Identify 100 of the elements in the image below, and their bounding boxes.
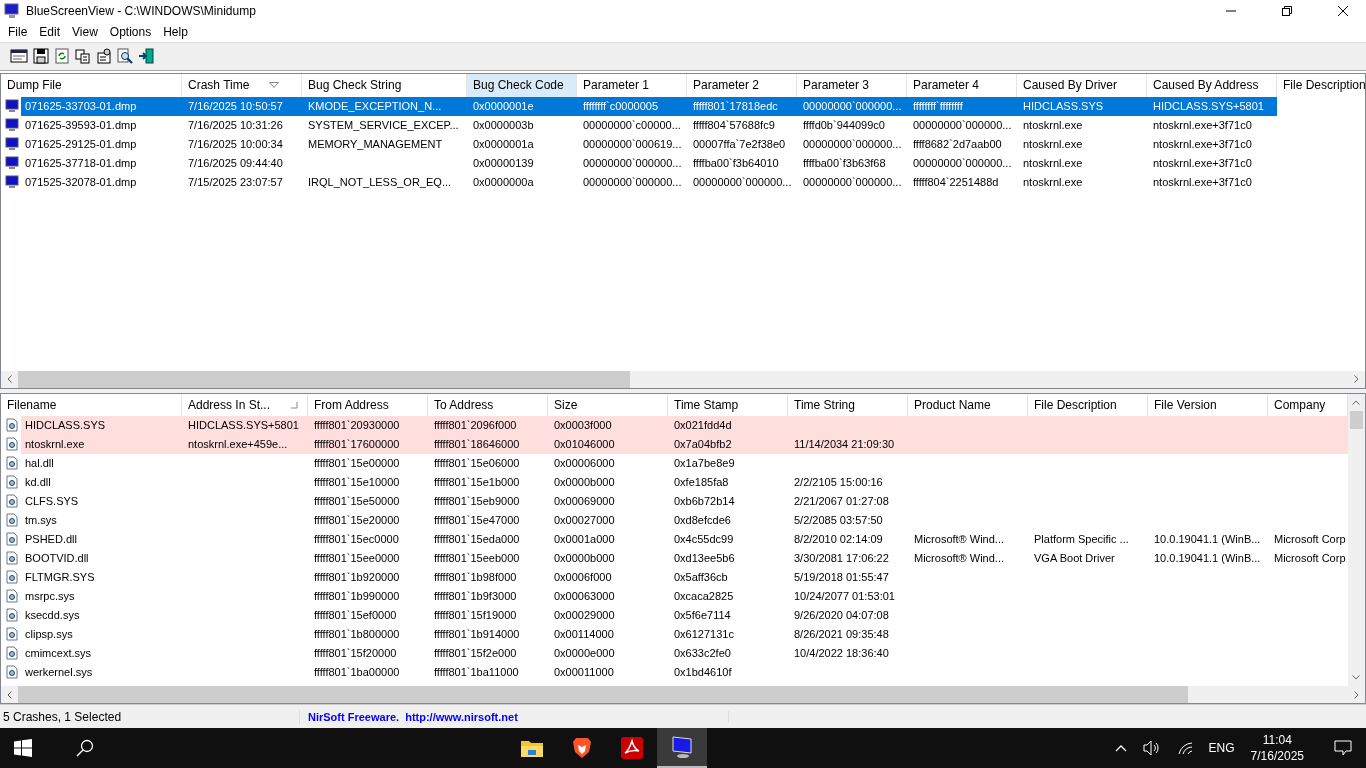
table-row[interactable]: 071525-32078-01.dmp 7/15/2025 23:07:57 IRQL_NOT_LESS_OR_EQ... 0x0000000a 00000000`000000... 00000000`000000... 00000000`000000... fffff804`2251488d ntoskrnl.exe ntoskrnl.exe+3f71c0	[21, 172, 1277, 192]
table-row[interactable]: 071625-37718-01.dmp 7/16/2025 09:44:40 0x00000139 00000000`000000... ffffba00`f3b64010 ffffba00`f3b63f68 00000000`000000... ntoskrnl.exe ntoskrnl.exe+3f71c0	[21, 153, 1277, 173]
file-gear-icon	[5, 627, 19, 642]
column-header[interactable]: Parameter 4	[907, 73, 1017, 97]
scrollbar-thumb[interactable]	[1350, 410, 1363, 429]
table-cell-text: 10.0.19041.1 (WinB...	[1153, 552, 1262, 565]
column-header[interactable]: Parameter 1	[577, 73, 687, 97]
window-icon[interactable]	[10, 48, 28, 65]
clock[interactable]: 11:04 7/16/2025	[1250, 732, 1304, 764]
copy-icon[interactable]	[75, 48, 91, 65]
table-row[interactable]: 071625-39593-01.dmp 7/16/2025 10:31:26 SYSTEM_SERVICE_EXCEP... 0x0000003b 00000000`c00000... fffff804`57688fc9 ffffd0b`944099c0 00000000`000000... ntoskrnl.exe ntoskrnl.exe+3f71c0	[21, 115, 1277, 135]
folder-icon	[520, 738, 545, 758]
column-header[interactable]: Dump File	[1, 73, 182, 97]
table-cell-text: 9/26/2020 04:07:08	[793, 609, 890, 622]
table-cell-text: ntoskrnl.exe	[1022, 157, 1084, 170]
column-header[interactable]: File Version	[1148, 393, 1268, 416]
pdf-icon	[621, 737, 644, 759]
maximize-icon[interactable]	[1282, 5, 1292, 16]
monitor-icon	[5, 175, 19, 190]
menu-item[interactable]: File	[2, 24, 34, 39]
scrollbar-thumb[interactable]	[18, 370, 630, 388]
table-row[interactable]: kd.dll fffff801`15e10000 fffff801`15e1b000 0x0000b000 0xfe185fa8 2/2/2105 15:00:16	[21, 472, 1348, 492]
table-row[interactable]: 071625-29125-01.dmp 7/16/2025 10:00:34 MEMORY_MANAGEMENT 0x0000001a 00000000`000619... 00007ffa`7e2f38e0 00000000`000000... ffff8682`2d7aab00 ntoskrnl.exe ntoskrnl.exe+3f71c0	[21, 134, 1277, 154]
lion-shield-icon	[572, 737, 593, 759]
menu-item[interactable]: Options	[103, 24, 158, 39]
table-row[interactable]: FLTMGR.SYS fffff801`1b920000 fffff801`1b98f000 0x0006f000 0x5aff36cb 5/19/2018 01:55:47	[21, 567, 1348, 587]
scroll-right-icon[interactable]	[1354, 375, 1359, 384]
file-gear-icon	[5, 646, 19, 661]
column-header[interactable]: Caused By Address	[1147, 73, 1277, 97]
search-icon[interactable]	[117, 48, 133, 65]
table-cell-text: 00000000`000000...	[802, 100, 903, 113]
column-header[interactable]: Product Name	[908, 393, 1028, 416]
table-cell-text: ffffffff`ffffffff	[912, 100, 964, 113]
column-header[interactable]: To Address	[428, 393, 548, 416]
menu-item[interactable]: Edit	[33, 24, 67, 39]
column-header[interactable]: File Description	[1277, 73, 1365, 97]
table-row[interactable]: PSHED.dll fffff801`15ec0000 fffff801`15eda000 0x0001a000 0x4c55dc99 8/2/2010 02:14:09 Microsoft® Wind... Platform Specific ... 10.0.19041.1 (WinB... Microsoft Corp	[21, 529, 1348, 549]
table-row[interactable]: tm.sys fffff801`15e20000 fffff801`15e47000 0x00027000 0xd8efcde6 5/2/2085 03:57:50	[21, 510, 1348, 530]
table-cell-text: 0xd8efcde6	[673, 514, 732, 527]
file-gear-icon	[5, 665, 19, 680]
table-cell-text: 071625-39593-01.dmp	[24, 119, 138, 132]
table-cell-text: PSHED.dll	[24, 533, 78, 546]
refresh-icon[interactable]	[54, 48, 70, 65]
properties-icon[interactable]	[96, 48, 112, 65]
table-row[interactable]: hal.dll fffff801`15e00000 fffff801`15e06000 0x00006000 0x1a7be8e9	[21, 453, 1348, 473]
speaker-icon[interactable]	[1142, 740, 1161, 756]
table-cell-text: fffff801`15e20000	[313, 514, 401, 527]
table-row[interactable]: 071625-33703-01.dmp 7/16/2025 10:50:57 KMODE_EXCEPTION_N... 0x0000001e ffffffff`c0000005 fffff801`17818edc 00000000`000000... ffffffff`ffffffff HIDCLASS.SYS HIDCLASS.SYS+5801	[21, 96, 1277, 116]
column-header[interactable]: File Description	[1028, 393, 1148, 416]
table-cell-text: 0x5f6e7114	[673, 609, 732, 622]
table-row[interactable]: HIDCLASS.SYS HIDCLASS.SYS+5801 fffff801`20930000 fffff801`2096f000 0x0003f000 0x021fdd4d	[21, 415, 1348, 435]
table-row[interactable]: ksecdd.sys fffff801`15ef0000 fffff801`15f19000 0x00029000 0x5f6e7114 9/26/2020 04:07:08	[21, 605, 1348, 625]
table-cell-text: 10/24/2077 01:53:01	[793, 590, 896, 603]
table-row[interactable]: BOOTVID.dll fffff801`15ee0000 fffff801`15eeb000 0x0000b000 0xd13ee5b6 3/30/2081 17:06:22 Microsoft® Wind... VGA Boot Driver 10.0.19041.1 (WinB... Microsoft Corp	[21, 548, 1348, 568]
scroll-right-icon[interactable]	[1354, 690, 1359, 699]
start-icon[interactable]	[14, 739, 32, 757]
table-cell-text: 2/21/2067 01:27:08	[793, 495, 890, 508]
table-cell-text: 00000000`000000...	[802, 138, 903, 151]
column-header[interactable]: Address In St...	[182, 393, 308, 416]
table-row[interactable]: clipsp.sys fffff801`1b800000 fffff801`1b914000 0x00114000 0x6127131c 8/26/2021 09:35:48	[21, 624, 1348, 644]
column-header[interactable]: Filename	[1, 393, 182, 416]
status-text: 5 Crashes, 1 Selected	[0, 709, 300, 724]
table-cell-text: IRQL_NOT_LESS_OR_EQ...	[307, 176, 453, 189]
exit-icon[interactable]	[138, 48, 154, 65]
table-row[interactable]: CLFS.SYS fffff801`15e50000 fffff801`15eb9000 0x00069000 0xb6b72b14 2/21/2067 01:27:08	[21, 491, 1348, 511]
wifi-icon[interactable]	[1176, 741, 1193, 755]
table-row[interactable]: cmimcext.sys fffff801`15f20000 fffff801`15f2e000 0x0000e000 0x633c2fe0 10/4/2022 18:36:40	[21, 643, 1348, 663]
table-row[interactable]: werkernel.sys fffff801`1ba00000 fffff801`1ba11000 0x00011000 0x1bd4610f	[21, 662, 1348, 682]
notification-icon[interactable]	[1334, 740, 1352, 756]
scrollbar-thumb[interactable]	[18, 686, 1189, 704]
column-header[interactable]: Size	[548, 393, 668, 416]
menu-item[interactable]: Help	[157, 24, 194, 39]
column-header[interactable]: Parameter 2	[687, 73, 797, 97]
scroll-up-icon[interactable]	[1352, 399, 1360, 405]
table-cell-text: 071625-33703-01.dmp	[24, 100, 138, 113]
credit-link[interactable]: NirSoft Freeware. http://www.nirsoft.net	[300, 710, 729, 723]
column-header[interactable]: Time String	[788, 393, 908, 416]
scroll-left-icon[interactable]	[7, 690, 12, 699]
save-icon[interactable]	[33, 48, 49, 65]
column-header[interactable]: Crash Time	[182, 73, 302, 97]
column-header[interactable]: Bug Check Code	[467, 73, 577, 97]
file-gear-icon	[5, 437, 19, 452]
chevron-up-icon[interactable]	[1114, 744, 1127, 752]
search-icon[interactable]	[76, 739, 94, 757]
table-cell-text: 7/15/2025 23:07:57	[187, 176, 284, 189]
scroll-left-icon[interactable]	[7, 375, 12, 384]
table-cell-text: Microsoft® Wind...	[913, 552, 1005, 565]
table-row[interactable]: msrpc.sys fffff801`1b990000 fffff801`1b9f3000 0x00063000 0xcaca2825 10/24/2077 01:53:01	[21, 586, 1348, 606]
table-cell-text: ntoskrnl.exe+3f71c0	[1152, 119, 1253, 132]
scroll-down-icon[interactable]	[1352, 675, 1360, 681]
language-indicator[interactable]: ENG	[1208, 741, 1235, 755]
taskbar-app[interactable]	[657, 728, 708, 768]
column-header[interactable]: From Address	[308, 393, 428, 416]
menu-item[interactable]: View	[66, 24, 104, 39]
column-header[interactable]: Time Stamp	[668, 393, 788, 416]
column-header[interactable]: Caused By Driver	[1017, 73, 1147, 97]
table-cell-text: HIDCLASS.SYS	[1022, 100, 1105, 113]
column-header[interactable]: Parameter 3	[797, 73, 907, 97]
close-icon[interactable]	[1338, 5, 1348, 16]
table-cell-text: clipsp.sys	[24, 628, 74, 641]
